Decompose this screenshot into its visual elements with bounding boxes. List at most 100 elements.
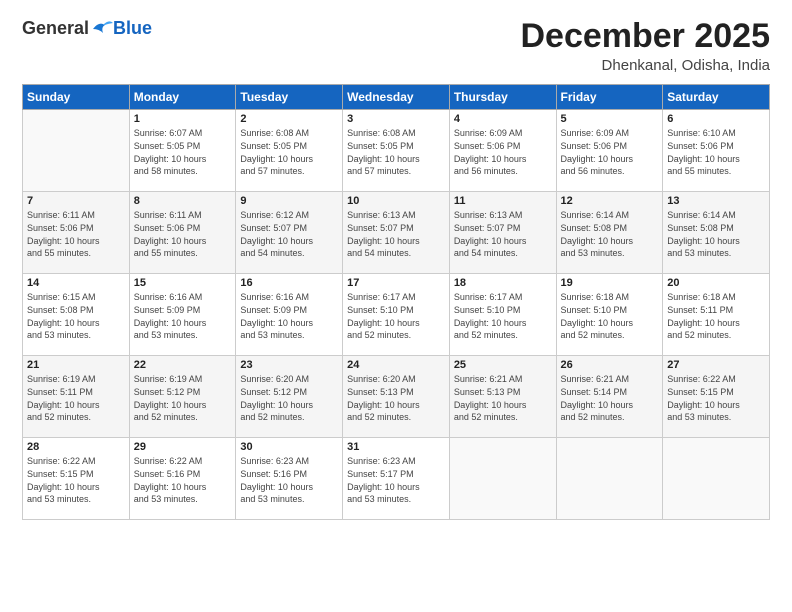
day-detail: Sunrise: 6:22 AM Sunset: 5:15 PM Dayligh… <box>27 455 125 505</box>
day-number: 11 <box>454 195 552 207</box>
calendar-cell: 19 Sunrise: 6:18 AM Sunset: 5:10 PM Dayli… <box>556 274 663 356</box>
calendar-cell: 24 Sunrise: 6:20 AM Sunset: 5:13 PM Dayli… <box>343 356 450 438</box>
calendar-cell: 26 Sunrise: 6:21 AM Sunset: 5:14 PM Dayli… <box>556 356 663 438</box>
day-number: 5 <box>561 113 659 125</box>
calendar-cell: 12 Sunrise: 6:14 AM Sunset: 5:08 PM Dayli… <box>556 192 663 274</box>
calendar-cell: 23 Sunrise: 6:20 AM Sunset: 5:12 PM Dayli… <box>236 356 343 438</box>
day-detail: Sunrise: 6:11 AM Sunset: 5:06 PM Dayligh… <box>134 209 232 259</box>
calendar-cell: 6 Sunrise: 6:10 AM Sunset: 5:06 PM Daylig… <box>663 110 770 192</box>
day-detail: Sunrise: 6:17 AM Sunset: 5:10 PM Dayligh… <box>454 291 552 341</box>
day-number: 17 <box>347 277 445 289</box>
calendar-header-row: SundayMondayTuesdayWednesdayThursdayFrid… <box>23 85 770 110</box>
day-detail: Sunrise: 6:18 AM Sunset: 5:11 PM Dayligh… <box>667 291 765 341</box>
day-number: 7 <box>27 195 125 207</box>
calendar-cell: 25Sunrise: 6:21 AM Sunset: 5:13 PM Dayli… <box>449 356 556 438</box>
calendar-cell: 2 Sunrise: 6:08 AM Sunset: 5:05 PM Daylig… <box>236 110 343 192</box>
day-detail: Sunrise: 6:18 AM Sunset: 5:10 PM Dayligh… <box>561 291 659 341</box>
calendar-header-cell: Tuesday <box>236 85 343 110</box>
day-detail: Sunrise: 6:19 AM Sunset: 5:12 PM Dayligh… <box>134 373 232 423</box>
calendar-week-row: 14 Sunrise: 6:15 AM Sunset: 5:08 PM Dayli… <box>23 274 770 356</box>
calendar-cell: 5Sunrise: 6:09 AM Sunset: 5:06 PM Daylig… <box>556 110 663 192</box>
logo-bird-icon <box>91 19 113 39</box>
day-detail: Sunrise: 6:17 AM Sunset: 5:10 PM Dayligh… <box>347 291 445 341</box>
day-detail: Sunrise: 6:20 AM Sunset: 5:12 PM Dayligh… <box>240 373 338 423</box>
calendar-header-cell: Friday <box>556 85 663 110</box>
calendar-cell: 7 Sunrise: 6:11 AM Sunset: 5:06 PM Daylig… <box>23 192 130 274</box>
day-detail: Sunrise: 6:16 AM Sunset: 5:09 PM Dayligh… <box>240 291 338 341</box>
logo: General Blue <box>22 18 152 39</box>
day-detail: Sunrise: 6:09 AM Sunset: 5:06 PM Dayligh… <box>454 127 552 177</box>
day-number: 28 <box>27 441 125 453</box>
day-detail: Sunrise: 6:08 AM Sunset: 5:05 PM Dayligh… <box>240 127 338 177</box>
calendar-cell: 18 Sunrise: 6:17 AM Sunset: 5:10 PM Dayli… <box>449 274 556 356</box>
day-detail: Sunrise: 6:21 AM Sunset: 5:14 PM Dayligh… <box>561 373 659 423</box>
calendar-cell: 30Sunrise: 6:23 AM Sunset: 5:16 PM Dayli… <box>236 438 343 520</box>
day-number: 26 <box>561 359 659 371</box>
day-detail: Sunrise: 6:20 AM Sunset: 5:13 PM Dayligh… <box>347 373 445 423</box>
calendar-cell: 8Sunrise: 6:11 AM Sunset: 5:06 PM Daylig… <box>129 192 236 274</box>
subtitle: Dhenkanal, Odisha, India <box>520 57 770 74</box>
day-number: 2 <box>240 113 338 125</box>
day-number: 23 <box>240 359 338 371</box>
day-number: 10 <box>347 195 445 207</box>
day-number: 31 <box>347 441 445 453</box>
day-detail: Sunrise: 6:13 AM Sunset: 5:07 PM Dayligh… <box>454 209 552 259</box>
day-number: 19 <box>561 277 659 289</box>
calendar-cell <box>23 110 130 192</box>
day-detail: Sunrise: 6:10 AM Sunset: 5:06 PM Dayligh… <box>667 127 765 177</box>
calendar-header-cell: Wednesday <box>343 85 450 110</box>
calendar-week-row: 1 Sunrise: 6:07 AM Sunset: 5:05 PM Daylig… <box>23 110 770 192</box>
calendar-body: 1 Sunrise: 6:07 AM Sunset: 5:05 PM Daylig… <box>23 110 770 520</box>
calendar-cell: 17 Sunrise: 6:17 AM Sunset: 5:10 PM Dayli… <box>343 274 450 356</box>
calendar-table: SundayMondayTuesdayWednesdayThursdayFrid… <box>22 84 770 520</box>
day-number: 24 <box>347 359 445 371</box>
day-detail: Sunrise: 6:22 AM Sunset: 5:16 PM Dayligh… <box>134 455 232 505</box>
day-detail: Sunrise: 6:23 AM Sunset: 5:17 PM Dayligh… <box>347 455 445 505</box>
day-number: 22 <box>134 359 232 371</box>
calendar-cell: 4 Sunrise: 6:09 AM Sunset: 5:06 PM Daylig… <box>449 110 556 192</box>
day-detail: Sunrise: 6:14 AM Sunset: 5:08 PM Dayligh… <box>561 209 659 259</box>
calendar-cell <box>449 438 556 520</box>
header: General Blue December 2025 Dhenkanal, Od… <box>22 18 770 74</box>
logo-blue-text: Blue <box>113 18 152 39</box>
day-detail: Sunrise: 6:07 AM Sunset: 5:05 PM Dayligh… <box>134 127 232 177</box>
calendar-cell: 31 Sunrise: 6:23 AM Sunset: 5:17 PM Dayli… <box>343 438 450 520</box>
day-number: 3 <box>347 113 445 125</box>
calendar-cell: 21Sunrise: 6:19 AM Sunset: 5:11 PM Dayli… <box>23 356 130 438</box>
day-number: 13 <box>667 195 765 207</box>
calendar-week-row: 28 Sunrise: 6:22 AM Sunset: 5:15 PM Dayli… <box>23 438 770 520</box>
day-number: 4 <box>454 113 552 125</box>
day-number: 18 <box>454 277 552 289</box>
day-number: 15 <box>134 277 232 289</box>
calendar-header-cell: Saturday <box>663 85 770 110</box>
calendar-header-cell: Sunday <box>23 85 130 110</box>
day-detail: Sunrise: 6:22 AM Sunset: 5:15 PM Dayligh… <box>667 373 765 423</box>
day-number: 20 <box>667 277 765 289</box>
calendar-cell: 29 Sunrise: 6:22 AM Sunset: 5:16 PM Dayli… <box>129 438 236 520</box>
calendar-cell: 15 Sunrise: 6:16 AM Sunset: 5:09 PM Dayli… <box>129 274 236 356</box>
day-number: 21 <box>27 359 125 371</box>
calendar-cell <box>556 438 663 520</box>
day-number: 27 <box>667 359 765 371</box>
day-detail: Sunrise: 6:23 AM Sunset: 5:16 PM Dayligh… <box>240 455 338 505</box>
calendar-cell <box>663 438 770 520</box>
calendar-cell: 16 Sunrise: 6:16 AM Sunset: 5:09 PM Dayli… <box>236 274 343 356</box>
day-number: 12 <box>561 195 659 207</box>
day-number: 6 <box>667 113 765 125</box>
month-title: December 2025 <box>520 18 770 55</box>
calendar-cell: 13 Sunrise: 6:14 AM Sunset: 5:08 PM Dayli… <box>663 192 770 274</box>
day-number: 16 <box>240 277 338 289</box>
calendar-cell: 1 Sunrise: 6:07 AM Sunset: 5:05 PM Daylig… <box>129 110 236 192</box>
day-detail: Sunrise: 6:15 AM Sunset: 5:08 PM Dayligh… <box>27 291 125 341</box>
day-number: 1 <box>134 113 232 125</box>
day-detail: Sunrise: 6:11 AM Sunset: 5:06 PM Dayligh… <box>27 209 125 259</box>
logo-general-text: General <box>22 18 89 39</box>
day-number: 14 <box>27 277 125 289</box>
calendar-cell: 27 Sunrise: 6:22 AM Sunset: 5:15 PM Dayli… <box>663 356 770 438</box>
day-detail: Sunrise: 6:16 AM Sunset: 5:09 PM Dayligh… <box>134 291 232 341</box>
day-detail: Sunrise: 6:14 AM Sunset: 5:08 PM Dayligh… <box>667 209 765 259</box>
calendar-cell: 14 Sunrise: 6:15 AM Sunset: 5:08 PM Dayli… <box>23 274 130 356</box>
day-detail: Sunrise: 6:13 AM Sunset: 5:07 PM Dayligh… <box>347 209 445 259</box>
calendar-header-cell: Thursday <box>449 85 556 110</box>
day-number: 29 <box>134 441 232 453</box>
